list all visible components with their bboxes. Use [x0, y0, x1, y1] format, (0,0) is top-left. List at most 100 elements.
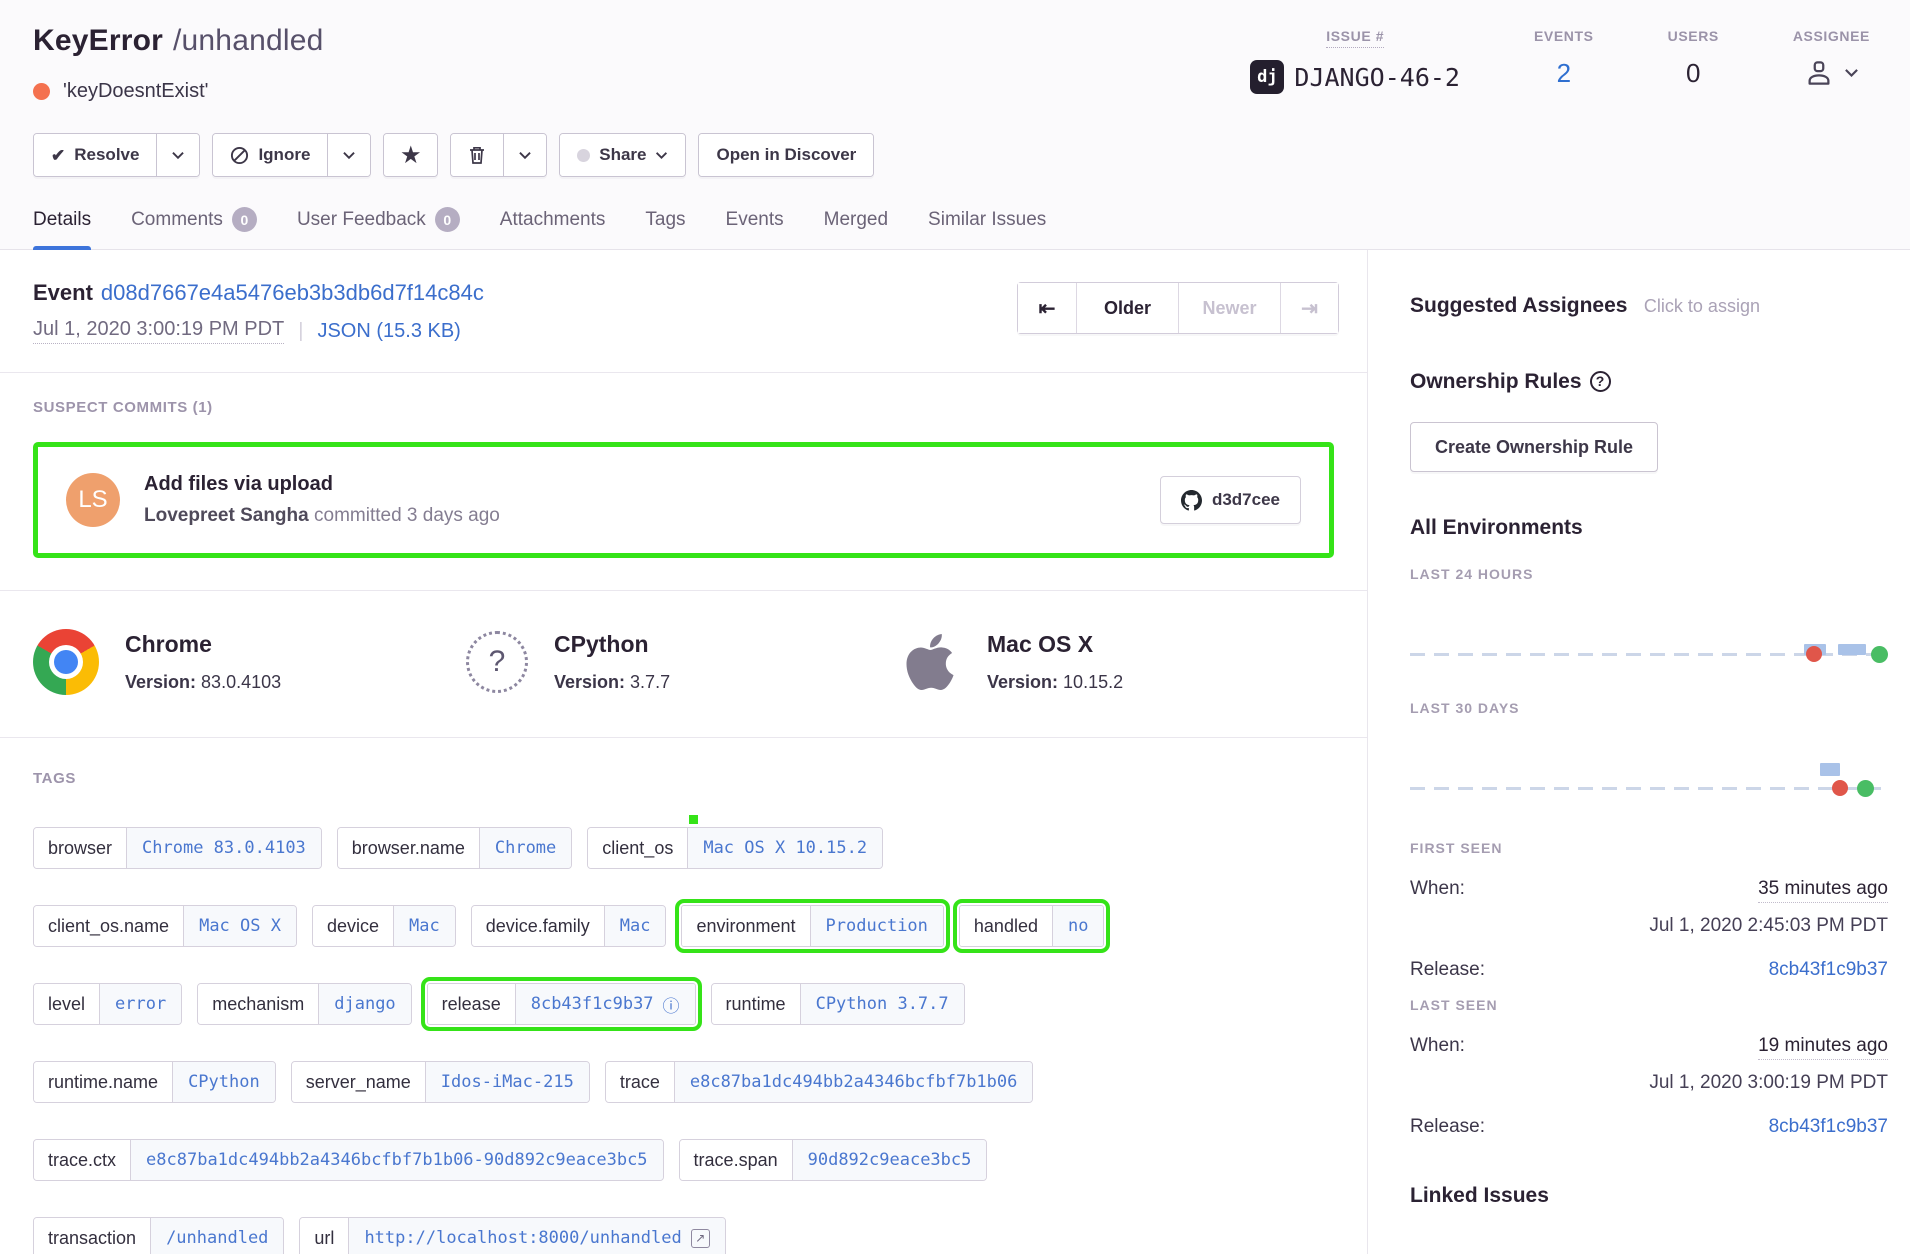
tab[interactable]: Attachments — [500, 207, 606, 249]
tag-pill: environment Production — [681, 905, 943, 947]
info-icon[interactable]: ⓘ — [663, 992, 680, 1017]
last-seen-marker-icon[interactable] — [1871, 646, 1888, 663]
share-label: Share — [599, 145, 646, 165]
tag-value-link[interactable]: Mac — [605, 906, 666, 946]
tag-value-link[interactable]: Mac OS X — [184, 906, 296, 946]
last-seen-marker-icon[interactable] — [1857, 780, 1874, 797]
tag-key: browser.name — [338, 828, 480, 868]
tag-value-link[interactable]: Chrome 83.0.4103 — [127, 828, 321, 868]
tag-value-link[interactable]: e8c87ba1dc494bb2a4346bcfbf7b1b06 — [675, 1062, 1033, 1102]
create-ownership-rule-button[interactable]: Create Ownership Rule — [1410, 422, 1658, 472]
chevron-down-icon — [342, 151, 356, 160]
tag-value-link[interactable]: CPython — [173, 1062, 275, 1102]
tag-value-link[interactable]: Production — [811, 906, 943, 946]
external-link-icon[interactable]: ↗ — [691, 1229, 710, 1248]
tab-count-badge: 0 — [232, 207, 257, 232]
tab[interactable]: Comments 0 — [131, 207, 257, 249]
unknown-runtime-icon: ? — [466, 631, 528, 693]
tag-pill: handled no — [959, 905, 1105, 947]
event-timestamp: Jul 1, 2020 3:00:19 PM PDT — [33, 318, 284, 344]
events-count[interactable]: 2 — [1534, 58, 1594, 89]
resolve-dropdown-button[interactable] — [156, 134, 199, 176]
delete-button-group — [450, 133, 547, 177]
star-button[interactable]: ★ — [384, 134, 437, 176]
tag-pill: mechanism django — [197, 983, 411, 1025]
all-environments-title: All Environments — [1410, 516, 1583, 539]
commit-sha-button[interactable]: d3d7cee — [1160, 476, 1301, 524]
ignore-label: Ignore — [258, 145, 310, 165]
mute-icon — [230, 146, 249, 165]
issue-culprit: 'keyDoesntExist' — [33, 80, 323, 103]
chevron-down-icon — [655, 151, 668, 160]
tag-value-link[interactable]: django — [319, 984, 410, 1024]
newer-event-button[interactable]: Newer — [1178, 283, 1280, 333]
suggested-assignees-hint: Click to assign — [1644, 296, 1760, 316]
tab[interactable]: User Feedback 0 — [297, 207, 460, 249]
tag-value-text: Idos-iMac-215 — [441, 1072, 574, 1092]
tag-value-text: django — [334, 994, 395, 1014]
tag-value-link[interactable]: Mac — [394, 906, 455, 946]
last-seen-release-link[interactable]: 8cb43f1c9b37 — [1769, 1116, 1888, 1138]
tag-value-text: e8c87ba1dc494bb2a4346bcfbf7b1b06 — [690, 1072, 1018, 1092]
sidebar: Suggested Assignees Click to assign Owne… — [1368, 250, 1910, 1254]
tag-value-link[interactable]: 90d892c9eace3bc5 — [793, 1140, 987, 1180]
issue-location: /unhandled — [173, 24, 323, 57]
tab[interactable]: Merged — [824, 207, 888, 249]
share-button-group: Share — [559, 133, 686, 177]
annotation-dot — [689, 815, 698, 824]
tag-pill: runtime CPython 3.7.7 — [711, 983, 965, 1025]
tag-value-text: CPython — [188, 1072, 260, 1092]
ignore-button[interactable]: Ignore — [213, 134, 327, 176]
ignore-dropdown-button[interactable] — [327, 134, 370, 176]
tab[interactable]: Details — [33, 207, 91, 249]
tag-value-text: 90d892c9eace3bc5 — [808, 1150, 972, 1170]
resolve-button[interactable]: ✔Resolve — [34, 134, 156, 176]
chart-baseline — [1410, 787, 1888, 790]
tab[interactable]: Tags — [645, 207, 685, 249]
help-question-icon[interactable]: ? — [1590, 371, 1611, 392]
first-seen-release-link[interactable]: 8cb43f1c9b37 — [1769, 959, 1888, 981]
open-in-discover-button[interactable]: Open in Discover — [699, 134, 873, 176]
first-seen-marker-icon[interactable] — [1806, 646, 1822, 662]
event-id-link[interactable]: d08d7667e4a5476eb3b3db6d7f14c84c — [101, 280, 484, 305]
tag-value-link[interactable]: Mac OS X 10.15.2 — [688, 828, 882, 868]
tag-value-link[interactable]: no — [1053, 906, 1103, 946]
tag-value-link[interactable]: http://localhost:8000/unhandled ↗ — [349, 1218, 724, 1254]
tag-value-link[interactable]: CPython 3.7.7 — [801, 984, 964, 1024]
tag-value-link[interactable]: Chrome — [480, 828, 571, 868]
tab[interactable]: Events — [726, 207, 784, 249]
delete-dropdown-button[interactable] — [503, 134, 546, 176]
tag-value-link[interactable]: error — [100, 984, 181, 1024]
older-event-button[interactable]: Older — [1076, 283, 1178, 333]
version-value: 83.0.4103 — [201, 672, 281, 692]
avatar: LS — [66, 473, 120, 527]
tab-label: Attachments — [500, 209, 606, 231]
stat-users: USERS 0 — [1668, 28, 1719, 103]
tag-value-link[interactable]: Idos-iMac-215 — [426, 1062, 589, 1102]
commit-author: Lovepreet Sangha — [144, 505, 309, 526]
issue-number-value[interactable]: DJANGO-46-2 — [1294, 63, 1460, 92]
jump-to-newest-button[interactable]: ⇥ — [1280, 283, 1338, 333]
ignore-button-group: Ignore — [212, 133, 371, 177]
tag-key: browser — [34, 828, 127, 868]
json-download-link[interactable]: JSON (15.3 KB) — [317, 320, 460, 343]
users-count[interactable]: 0 — [1668, 58, 1719, 89]
tag-value-link[interactable]: 8cb43f1c9b37 ⓘ — [516, 984, 695, 1024]
tag-value-text: error — [115, 994, 166, 1014]
tag-pill: device Mac — [312, 905, 456, 947]
apple-icon — [899, 629, 961, 695]
tag-value-link[interactable]: /unhandled — [151, 1218, 283, 1254]
tag-pill: device.family Mac — [471, 905, 667, 947]
commit-message: Add files via upload — [144, 473, 1136, 496]
share-status-icon — [577, 149, 590, 162]
delete-button[interactable] — [451, 134, 503, 176]
tag-value-link[interactable]: e8c87ba1dc494bb2a4346bcfbf7b1b06-90d892c… — [131, 1140, 663, 1180]
assignee-selector[interactable] — [1793, 58, 1870, 88]
tag-pill: url http://localhost:8000/unhandled ↗ — [299, 1217, 725, 1254]
tag-pill: runtime.name CPython — [33, 1061, 276, 1103]
first-seen-marker-icon[interactable] — [1832, 780, 1848, 796]
tab[interactable]: Similar Issues — [928, 207, 1046, 249]
jump-to-oldest-button[interactable]: ⇤ — [1018, 283, 1076, 333]
issue-stats: ISSUE # dj DJANGO-46-2 EVENTS 2 USERS 0 … — [1250, 24, 1870, 103]
share-button[interactable]: Share — [560, 134, 685, 176]
